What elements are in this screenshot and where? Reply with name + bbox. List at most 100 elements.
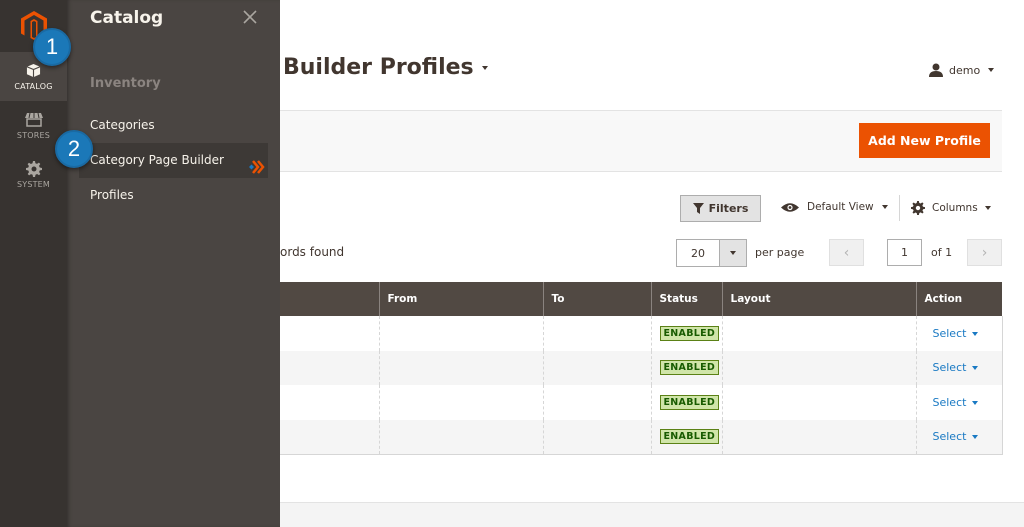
column-header[interactable]: [280, 282, 379, 316]
flyout-link-label: Category Page Builder Profiles: [90, 153, 224, 202]
catalog-flyout: Catalog Inventory Categories Category Pa…: [67, 0, 280, 527]
step-callout-2: 2: [55, 130, 93, 168]
column-header-layout[interactable]: Layout: [721, 282, 916, 316]
profiles-grid: From To Status Layout Action ENABLED Sel…: [280, 282, 1003, 455]
row-action-select[interactable]: Select: [925, 361, 979, 374]
user-icon: [929, 63, 943, 77]
column-header-to[interactable]: To: [542, 282, 651, 316]
column-header-status[interactable]: Status: [650, 282, 722, 316]
cell-action: Select: [915, 419, 1002, 454]
box-icon: [26, 63, 41, 79]
table-row[interactable]: ENABLED Select: [280, 350, 1002, 385]
cell-from: [378, 385, 543, 420]
cell: [280, 385, 379, 420]
status-badge: ENABLED: [659, 394, 720, 410]
page-title[interactable]: Builder Profiles: [283, 55, 488, 80]
add-new-profile-button[interactable]: Add New Profile: [859, 123, 990, 158]
user-menu[interactable]: demo: [929, 63, 995, 77]
chevron-left-icon: ‹: [843, 244, 850, 261]
cell-layout: [721, 350, 916, 385]
cell-layout: [721, 419, 916, 454]
step-callout-1: 1: [33, 28, 71, 66]
chevron-down-icon: [972, 400, 979, 405]
filters-button[interactable]: Filters: [680, 195, 761, 222]
cell-to: [542, 385, 651, 420]
funnel-icon: [692, 203, 704, 214]
next-page-button[interactable]: ›: [967, 239, 1002, 266]
action-label: Select: [932, 430, 967, 443]
cell-status: ENABLED: [650, 385, 722, 420]
action-label: Select: [932, 361, 967, 375]
row-action-select[interactable]: Select: [925, 430, 979, 443]
flyout-title: Catalog: [90, 8, 164, 28]
per-page-dropdown-button[interactable]: [719, 239, 747, 267]
status-badge: ENABLED: [659, 429, 720, 444]
cell-from: [378, 316, 543, 351]
chevron-down-icon: [972, 435, 979, 439]
menu-item-label: CATALOG: [14, 81, 53, 91]
column-header-action: Action: [915, 282, 1002, 316]
eye-icon: [781, 202, 799, 212]
flyout-link-page-builder-profiles[interactable]: Category Page Builder Profiles: [79, 143, 268, 202]
close-icon[interactable]: [242, 9, 258, 25]
chevron-down-icon: [988, 68, 995, 72]
table-row[interactable]: ENABLED Select: [280, 316, 1002, 351]
storefront-icon: [24, 112, 43, 128]
columns-selector[interactable]: Columns: [911, 201, 991, 215]
columns-label: Columns: [932, 202, 978, 214]
cell-from: [378, 350, 543, 385]
cell-from: [378, 419, 543, 454]
records-found: ords found: [280, 245, 345, 259]
gear-icon: [25, 160, 42, 177]
status-badge: ENABLED: [659, 360, 720, 376]
cell: [280, 316, 379, 351]
row-action-select[interactable]: Select: [925, 327, 979, 340]
filters-label: Filters: [708, 202, 749, 215]
row-action-select[interactable]: Select: [925, 396, 979, 409]
cell-to: [542, 419, 651, 454]
admin-menu: CATALOG STORES SYSTEM: [0, 0, 67, 527]
flyout-link-categories[interactable]: Categories: [90, 118, 155, 132]
toolbar-divider: [899, 195, 900, 221]
menu-item-label: SYSTEM: [16, 179, 51, 189]
chevron-down-icon: [881, 205, 888, 209]
status-badge: ENABLED: [659, 325, 720, 341]
chevron-down-icon: [972, 331, 979, 336]
cell: [280, 419, 379, 454]
cell-status: ENABLED: [650, 316, 722, 351]
page-number-input[interactable]: 1: [887, 239, 922, 266]
page-title-text: Builder Profiles: [283, 55, 474, 80]
column-header-from[interactable]: From: [378, 282, 543, 316]
gear-icon: [911, 201, 925, 215]
table-row[interactable]: ENABLED Select: [280, 385, 1002, 420]
view-label: Default View: [807, 201, 874, 213]
page-count: of 1: [931, 246, 953, 259]
page-footer: [280, 502, 1024, 527]
chevron-right-icon: ›: [981, 244, 988, 261]
chevron-down-icon: [481, 66, 488, 70]
user-name: demo: [949, 63, 981, 77]
chevron-down-icon: [730, 251, 736, 255]
previous-page-button[interactable]: ‹: [829, 239, 864, 266]
action-label: Select: [932, 395, 967, 409]
cell-to: [542, 350, 651, 385]
action-label: Select: [932, 326, 967, 340]
cell-to: [542, 316, 651, 351]
cell-layout: [721, 385, 916, 420]
cell-status: ENABLED: [650, 350, 722, 385]
double-chevron-icon: [247, 153, 265, 188]
cell: [280, 350, 379, 385]
table-row[interactable]: ENABLED Select: [280, 419, 1002, 454]
grid-header-row: From To Status Layout Action: [280, 282, 1002, 316]
cell-status: ENABLED: [650, 419, 722, 454]
view-selector[interactable]: Default View: [781, 201, 888, 213]
per-page-input[interactable]: 20: [676, 239, 720, 267]
chevron-down-icon: [972, 366, 979, 371]
per-page-label: per page: [755, 246, 805, 259]
chevron-down-icon: [984, 206, 991, 210]
menu-item-label: STORES: [16, 130, 51, 140]
flyout-section-inventory: Inventory: [90, 76, 161, 91]
cell-layout: [721, 316, 916, 351]
cell-action: Select: [915, 316, 1002, 351]
cell-action: Select: [915, 350, 1002, 385]
